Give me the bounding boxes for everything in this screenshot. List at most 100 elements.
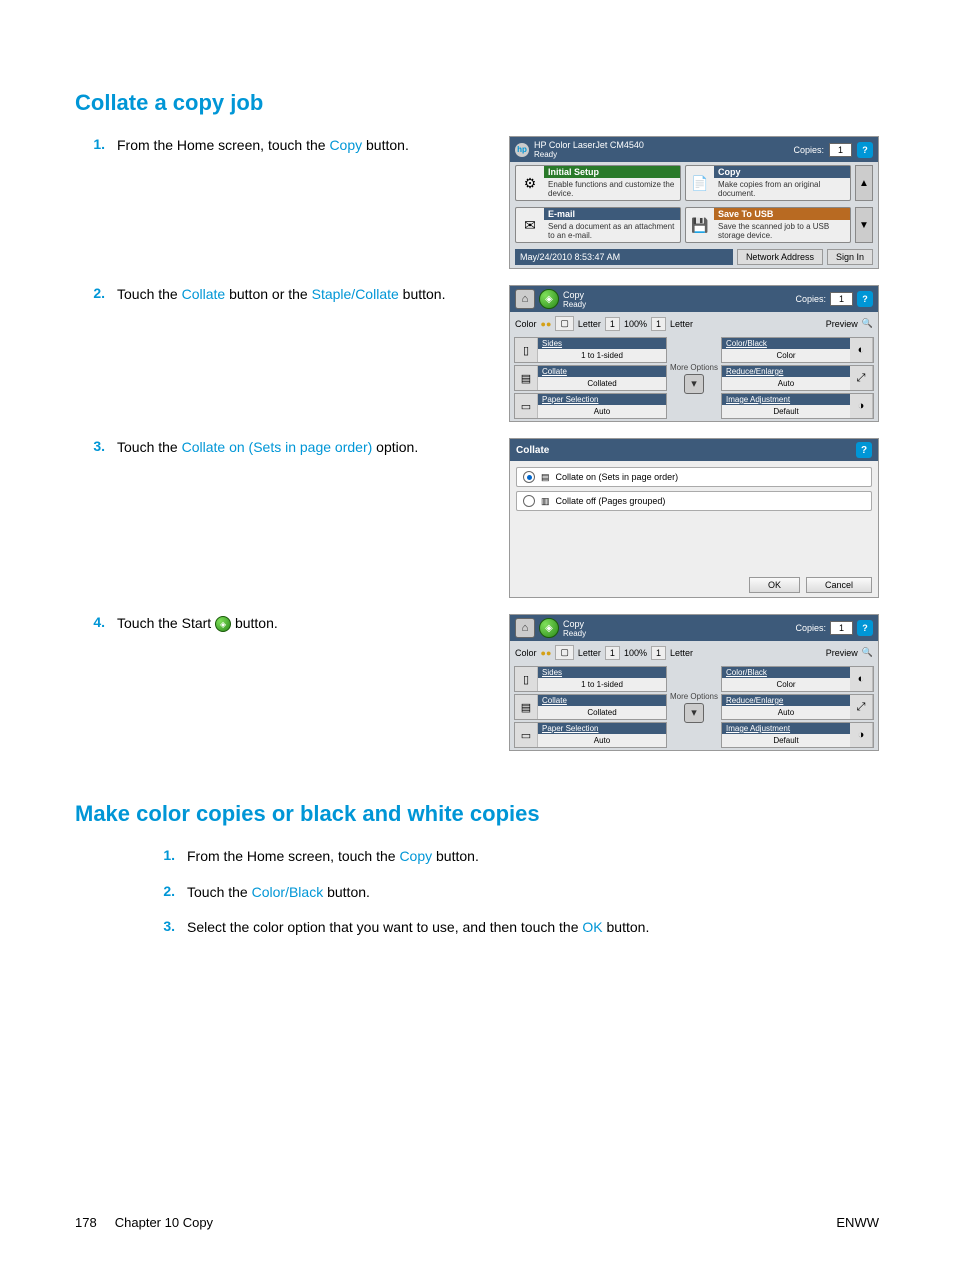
magnifier-icon[interactable]: 🔍 bbox=[862, 647, 873, 658]
co-copies-val: 1 bbox=[830, 292, 853, 306]
co-copies-label: Copies: bbox=[795, 623, 826, 633]
cancel-button[interactable]: Cancel bbox=[806, 577, 872, 593]
step3-text: Touch the Collate on (Sets in page order… bbox=[117, 438, 457, 458]
hp-logo-icon: hp bbox=[515, 143, 529, 157]
s2-step1-number: 1. bbox=[145, 847, 175, 863]
step4-number: 4. bbox=[75, 614, 105, 630]
opt-colorblack[interactable]: Color/BlackColor◐ bbox=[721, 337, 874, 363]
collate-val: Collated bbox=[538, 377, 666, 390]
tile-email-title: E-mail bbox=[544, 208, 680, 220]
reduce-icon: ⤢ bbox=[850, 695, 873, 719]
paper-title: Paper Selection bbox=[538, 394, 666, 405]
color-balls-icon: ●● bbox=[541, 648, 552, 658]
sign-in-button[interactable]: Sign In bbox=[827, 249, 873, 265]
s2-step2-post: button. bbox=[323, 884, 370, 900]
copy-options-screenshot: ⌂ ◈ Copy Ready Copies: 1 ? Color ●● ▢ Le… bbox=[509, 285, 879, 422]
paper-title: Paper Selection bbox=[538, 723, 666, 734]
home-icon[interactable]: ⌂ bbox=[515, 289, 535, 309]
help-icon[interactable]: ? bbox=[857, 142, 873, 158]
opt-collate[interactable]: ▤CollateCollated bbox=[514, 365, 667, 391]
page-icon: ▢ bbox=[555, 316, 574, 331]
more-options-label: More Options bbox=[670, 363, 718, 372]
start-inline-icon: ◈ bbox=[215, 616, 231, 632]
sides-title: Sides bbox=[538, 338, 666, 349]
step2-link-staple: Staple/Collate bbox=[312, 286, 399, 302]
radio-collate-on[interactable]: ▤ Collate on (Sets in page order) bbox=[516, 467, 872, 487]
magnifier-icon[interactable]: 🔍 bbox=[862, 318, 873, 329]
tile-copy-title: Copy bbox=[714, 166, 850, 178]
co-ready: Ready bbox=[563, 629, 586, 638]
tile-initial-setup[interactable]: ⚙ Initial Setup Enable functions and cus… bbox=[515, 165, 681, 201]
ok-button[interactable]: OK bbox=[749, 577, 800, 593]
colorblack-icon: ◐ bbox=[850, 667, 873, 691]
co-title: Copy bbox=[563, 290, 586, 300]
help-icon[interactable]: ? bbox=[856, 442, 872, 458]
count-2: 1 bbox=[651, 317, 666, 331]
opt-paper[interactable]: ▭Paper SelectionAuto bbox=[514, 393, 667, 419]
opt-image[interactable]: Image AdjustmentDefault◑ bbox=[721, 722, 874, 748]
sides-title: Sides bbox=[538, 667, 666, 678]
paper-val: Auto bbox=[538, 405, 666, 418]
tile-email-desc: Send a document as an attachment to an e… bbox=[544, 220, 680, 242]
step2-mid: button or the bbox=[225, 286, 311, 302]
collate-off-label: Collate off (Pages grouped) bbox=[556, 496, 666, 506]
scroll-up-icon[interactable]: ▲ bbox=[855, 165, 873, 201]
tile-usb-desc: Save the scanned job to a USB storage de… bbox=[714, 220, 850, 242]
letter-label-2: Letter bbox=[670, 319, 693, 329]
step3-link: Collate on (Sets in page order) bbox=[182, 439, 373, 455]
step1-number: 1. bbox=[75, 136, 105, 152]
image-val: Default bbox=[722, 734, 850, 747]
opt-reduce[interactable]: Reduce/EnlargeAuto⤢ bbox=[721, 694, 874, 720]
step1-pre: From the Home screen, touch the bbox=[117, 137, 329, 153]
tile-email[interactable]: ✉ E-mail Send a document as an attachmen… bbox=[515, 207, 681, 243]
home-icon[interactable]: ⌂ bbox=[515, 618, 535, 638]
opt-paper[interactable]: ▭Paper SelectionAuto bbox=[514, 722, 667, 748]
step2-link-collate: Collate bbox=[182, 286, 226, 302]
color-balls-icon: ●● bbox=[541, 319, 552, 329]
opt-reduce[interactable]: Reduce/EnlargeAuto⤢ bbox=[721, 365, 874, 391]
printer-status: Ready bbox=[534, 150, 644, 159]
sides-icon: ▯ bbox=[515, 667, 538, 691]
step3-post: option. bbox=[372, 439, 418, 455]
copies-label: Copies: bbox=[793, 145, 824, 155]
count-1: 1 bbox=[605, 646, 620, 660]
tile-save-usb[interactable]: 💾 Save To USB Save the scanned job to a … bbox=[685, 207, 851, 243]
opt-sides[interactable]: ▯Sides1 to 1-sided bbox=[514, 666, 667, 692]
preview-button[interactable]: Preview bbox=[826, 648, 858, 658]
scroll-down-icon[interactable]: ▼ bbox=[855, 207, 873, 243]
opt-image[interactable]: Image AdjustmentDefault◑ bbox=[721, 393, 874, 419]
colorblack-val: Color bbox=[722, 349, 850, 362]
paper-icon: ▭ bbox=[515, 723, 538, 747]
help-icon[interactable]: ? bbox=[857, 291, 873, 307]
email-icon: ✉ bbox=[516, 208, 544, 242]
more-down-icon[interactable]: ▾ bbox=[684, 374, 704, 394]
s2-step2-number: 2. bbox=[145, 883, 175, 899]
s2-step2-pre: Touch the bbox=[187, 884, 252, 900]
opt-collate[interactable]: ▤CollateCollated bbox=[514, 694, 667, 720]
tile-copy[interactable]: 📄 Copy Make copies from an original docu… bbox=[685, 165, 851, 201]
letter-label: Letter bbox=[578, 319, 601, 329]
home-screen-screenshot: hp HP Color LaserJet CM4540 Ready Copies… bbox=[509, 136, 879, 269]
s2-step1-post: button. bbox=[432, 848, 479, 864]
opt-colorblack[interactable]: Color/BlackColor◐ bbox=[721, 666, 874, 692]
s2-step3-link: OK bbox=[582, 919, 602, 935]
sides-val: 1 to 1-sided bbox=[538, 349, 666, 362]
copies-value: 1 bbox=[829, 143, 852, 157]
preview-button[interactable]: Preview bbox=[826, 319, 858, 329]
step2-text: Touch the Collate button or the Staple/C… bbox=[117, 285, 457, 305]
radio-collate-off[interactable]: ▥ Collate off (Pages grouped) bbox=[516, 491, 872, 511]
paper-icon: ▭ bbox=[515, 394, 538, 418]
radio-icon bbox=[523, 471, 535, 483]
help-icon[interactable]: ? bbox=[857, 620, 873, 636]
step2-post: button. bbox=[399, 286, 446, 302]
opt-sides[interactable]: ▯Sides1 to 1-sided bbox=[514, 337, 667, 363]
network-address-button[interactable]: Network Address bbox=[737, 249, 823, 265]
start-icon[interactable]: ◈ bbox=[539, 289, 559, 309]
page-icon: ▢ bbox=[555, 645, 574, 660]
sides-icon: ▯ bbox=[515, 338, 538, 362]
collate-icon: ▤ bbox=[515, 366, 538, 390]
image-val: Default bbox=[722, 405, 850, 418]
s2-step1-link: Copy bbox=[399, 848, 432, 864]
start-icon[interactable]: ◈ bbox=[539, 618, 559, 638]
more-down-icon[interactable]: ▾ bbox=[684, 703, 704, 723]
